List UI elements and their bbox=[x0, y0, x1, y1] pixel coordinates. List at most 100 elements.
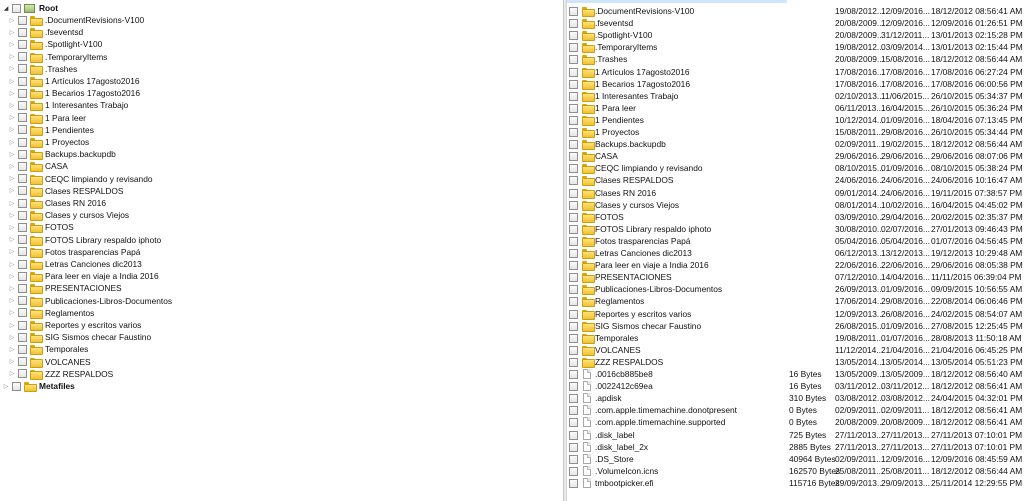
expand-triangle-icon[interactable]: ▷ bbox=[8, 38, 16, 50]
expand-triangle-icon[interactable]: ▷ bbox=[8, 234, 16, 246]
folder-row[interactable]: CASA 29/06/2016... 29/06/2016... 29/06/2016… bbox=[567, 150, 1024, 163]
row-checkbox[interactable] bbox=[569, 176, 578, 186]
tree-node[interactable]: ▷ 1 Becarios 17agosto2016 bbox=[8, 87, 140, 100]
expand-triangle-icon[interactable]: ▷ bbox=[8, 343, 16, 355]
tree-node-checkbox[interactable] bbox=[18, 39, 27, 49]
tree-node[interactable]: ▷ .Trashes bbox=[8, 63, 77, 75]
tree-node[interactable]: ▷ 1 Artículos 17agosto2016 bbox=[8, 75, 140, 87]
file-row[interactable]: .apdisk 310 Bytes 03/08/2012... 03/08/2012.… bbox=[567, 392, 1024, 404]
tree-node[interactable]: ▷ 1 Proyectos bbox=[8, 136, 89, 148]
tree-node[interactable]: ▷ Reportes y escritos varios bbox=[8, 319, 141, 331]
folder-row[interactable]: Publicaciones-Libros-Documentos 26/09/201… bbox=[567, 283, 1024, 296]
row-checkbox[interactable] bbox=[569, 261, 578, 271]
expand-triangle-icon[interactable]: ▷ bbox=[8, 14, 16, 26]
expand-triangle-icon[interactable]: ▷ bbox=[8, 246, 16, 258]
root-checkbox[interactable] bbox=[12, 3, 21, 13]
folder-row[interactable]: Backups.backupdb 02/09/2011... 19/02/2015.… bbox=[567, 138, 1024, 151]
row-checkbox[interactable] bbox=[569, 152, 578, 162]
row-checkbox[interactable] bbox=[569, 430, 578, 440]
folder-row[interactable]: 1 Para leer 06/11/2013... 16/04/2015... 26/… bbox=[567, 102, 1024, 114]
tree-node[interactable]: ▷ .fseventsd bbox=[8, 26, 83, 39]
tree-node-checkbox[interactable] bbox=[18, 52, 27, 62]
folder-row[interactable]: Reglamentos 17/06/2014... 29/08/2016... 22/… bbox=[567, 295, 1024, 308]
tree-node-checkbox[interactable] bbox=[18, 149, 27, 159]
tree-node-checkbox[interactable] bbox=[18, 247, 27, 257]
tree-node[interactable]: ▷ 1 Pendientes bbox=[8, 124, 94, 136]
tree-node[interactable]: ▷ Reglamentos bbox=[8, 307, 94, 319]
tree-node[interactable]: ▷ 1 Para leer bbox=[8, 112, 86, 124]
row-checkbox[interactable] bbox=[569, 43, 578, 53]
file-row[interactable]: .com.apple.timemachine.supported 0 Bytes 2… bbox=[567, 416, 1024, 428]
file-row[interactable]: .DS_Store 40964 Bytes 02/09/2011... 12/09/2… bbox=[567, 453, 1024, 465]
row-checkbox[interactable] bbox=[569, 406, 578, 416]
row-checkbox[interactable] bbox=[569, 273, 578, 283]
expand-triangle-icon[interactable]: ▷ bbox=[8, 258, 16, 270]
tree-node-checkbox[interactable] bbox=[18, 27, 27, 37]
tree-node-checkbox[interactable] bbox=[18, 100, 27, 110]
tree-node[interactable]: ▷ FOTOS Library respaldo iphoto bbox=[8, 234, 161, 246]
folder-row[interactable]: .Spotlight-V100 20/08/2009... 31/12/2011..… bbox=[567, 29, 1024, 42]
folder-row[interactable]: 1 Pendientes 10/12/2014... 01/09/2016... 18… bbox=[567, 114, 1024, 126]
row-checkbox[interactable] bbox=[569, 357, 578, 367]
file-list-pane[interactable]: .DocumentRevisions-V100 19/08/2012... 12/0… bbox=[567, 0, 1024, 501]
tree-node-checkbox[interactable] bbox=[18, 259, 27, 269]
file-row[interactable]: .disk_label_2x 2885 Bytes 27/11/2013... 27/… bbox=[567, 441, 1024, 453]
row-checkbox[interactable] bbox=[569, 466, 578, 476]
row-checkbox[interactable] bbox=[569, 212, 578, 222]
tree-node-checkbox[interactable] bbox=[18, 369, 27, 379]
tree-node-checkbox[interactable] bbox=[18, 174, 27, 184]
expand-triangle-icon[interactable]: ▷ bbox=[8, 295, 16, 307]
tree-node-checkbox[interactable] bbox=[18, 308, 27, 318]
row-checkbox[interactable] bbox=[569, 236, 578, 246]
tree-node-checkbox[interactable] bbox=[18, 76, 27, 86]
tree-node-checkbox[interactable] bbox=[18, 283, 27, 293]
tree-node[interactable]: ▷ CEQC limpiando y revisando bbox=[8, 173, 153, 185]
tree-node[interactable]: ▷ Backups.backupdb bbox=[8, 148, 116, 161]
tree-node[interactable]: ▷ VOLCANES bbox=[8, 356, 91, 368]
row-checkbox[interactable] bbox=[569, 188, 578, 198]
folder-row[interactable]: Fotos trasparencias Papá 05/04/2016... 05/… bbox=[567, 235, 1024, 247]
tree-node[interactable]: ▷ Para leer en viaje a India 2016 bbox=[8, 270, 159, 283]
tree-node-checkbox[interactable] bbox=[18, 344, 27, 354]
folder-row[interactable]: ZZZ RESPALDOS 13/05/2014... 13/05/2014... 1… bbox=[567, 356, 1024, 368]
expand-triangle-icon[interactable]: ▷ bbox=[8, 87, 16, 99]
expand-triangle-icon[interactable]: ▷ bbox=[8, 26, 16, 38]
expand-triangle-icon[interactable]: ▷ bbox=[8, 209, 16, 221]
row-checkbox[interactable] bbox=[569, 91, 578, 101]
tree-node[interactable]: ▷ Clases RN 2016 bbox=[8, 197, 106, 209]
row-checkbox[interactable] bbox=[569, 67, 578, 77]
expand-triangle-icon[interactable]: ▷ bbox=[8, 112, 16, 124]
row-checkbox[interactable] bbox=[569, 31, 578, 41]
row-checkbox[interactable] bbox=[569, 164, 578, 174]
folder-row[interactable]: FOTOS Library respaldo iphoto 30/08/2010.… bbox=[567, 223, 1024, 235]
expand-triangle-icon[interactable]: ▷ bbox=[8, 63, 16, 75]
metafiles-checkbox[interactable] bbox=[12, 381, 21, 391]
folder-row[interactable]: 1 Artículos 17agosto2016 17/08/2016... 17/… bbox=[567, 66, 1024, 78]
row-checkbox[interactable] bbox=[569, 55, 578, 65]
tree-node-checkbox[interactable] bbox=[18, 271, 27, 281]
tree-node-root[interactable]: ◢ Root bbox=[2, 2, 58, 14]
tree-node[interactable]: ▷ FOTOS bbox=[8, 221, 74, 234]
row-checkbox[interactable] bbox=[569, 345, 578, 355]
file-row[interactable]: .0022412c69ea 16 Bytes 03/11/2012... 03/11/… bbox=[567, 380, 1024, 392]
folder-row[interactable]: .DocumentRevisions-V100 19/08/2012... 12/0… bbox=[567, 5, 1024, 17]
tree-node-checkbox[interactable] bbox=[18, 113, 27, 123]
tree-node[interactable]: ▷ Clases RESPALDOS bbox=[8, 185, 124, 197]
expand-triangle-icon[interactable]: ▷ bbox=[8, 282, 16, 294]
tree-node-checkbox[interactable] bbox=[18, 320, 27, 330]
tree-node-checkbox[interactable] bbox=[18, 222, 27, 232]
tree-node-checkbox[interactable] bbox=[18, 332, 27, 342]
row-checkbox[interactable] bbox=[569, 128, 578, 137]
folder-row[interactable]: SIG Sismos checar Faustino 26/08/2015... 0… bbox=[567, 320, 1024, 332]
tree-node-checkbox[interactable] bbox=[18, 186, 27, 196]
tree-node-checkbox[interactable] bbox=[18, 64, 27, 74]
tree-node[interactable]: ▷ Temporales bbox=[8, 343, 88, 356]
folder-row[interactable]: Temporales 19/08/2011... 01/07/2016... 28/0… bbox=[567, 332, 1024, 344]
file-row[interactable]: .disk_label 725 Bytes 27/11/2013... 27/11/2… bbox=[567, 429, 1024, 441]
folder-row[interactable]: PRESENTACIONES 07/12/2010... 14/04/2016...… bbox=[567, 271, 1024, 284]
folder-row[interactable]: 1 Becarios 17agosto2016 17/08/2016... 17/0… bbox=[567, 78, 1024, 90]
row-checkbox[interactable] bbox=[569, 321, 578, 331]
tree-node[interactable]: ▷ 1 Interesantes Trabajo bbox=[8, 99, 128, 112]
folder-row[interactable]: Para leer en viaje a India 2016 22/06/201… bbox=[567, 259, 1024, 272]
tree-node-checkbox[interactable] bbox=[18, 15, 27, 25]
